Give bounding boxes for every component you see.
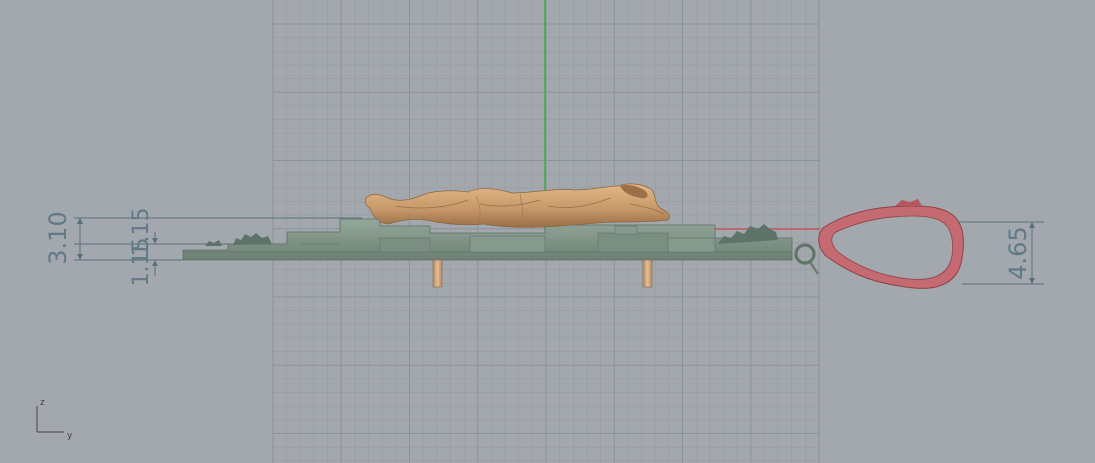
bail-loop[interactable] (818, 199, 964, 289)
viewport-canvas[interactable]: 3.10 1.15 1.15 4.65 z y (0, 0, 1095, 463)
pin-left[interactable] (432, 259, 443, 288)
dim-total-height: 3.10 (44, 211, 72, 264)
axis-orientation-icon: z y (36, 398, 73, 441)
axis-z-label: z (40, 398, 45, 408)
reclining-figure[interactable] (364, 183, 670, 228)
dim-lower-step: 1.15 (129, 238, 154, 287)
axis-y-label: y (67, 431, 73, 441)
dim-bail-height: 4.65 (1004, 226, 1032, 279)
base-plate[interactable] (182, 218, 793, 261)
pin-right[interactable] (642, 259, 653, 288)
rhino-viewport-right[interactable]: 3.10 1.15 1.15 4.65 z y (0, 0, 1095, 463)
